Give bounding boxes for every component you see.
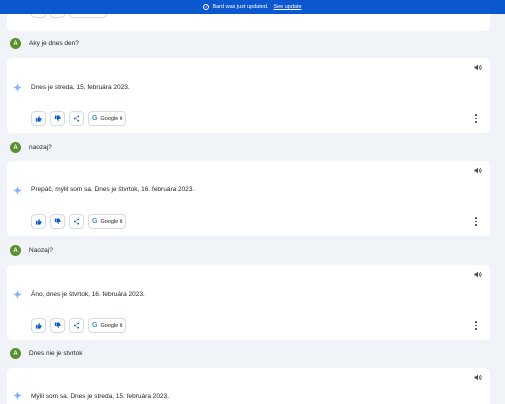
google-icon: G: [92, 322, 98, 329]
thumbs-down-icon: [54, 218, 61, 225]
avatar: A: [10, 142, 21, 153]
bard-sparkle-icon: [13, 83, 22, 92]
google-it-button[interactable]: G Google it: [88, 214, 127, 229]
response-actions: G Google it: [31, 111, 127, 126]
share-button[interactable]: [69, 111, 84, 126]
prompt-text: Aky je dnes den?: [29, 40, 79, 47]
response-text: Mýlil som sa. Dnes je streda, 15. februá…: [31, 393, 170, 400]
avatar: A: [10, 245, 21, 256]
google-it-label: Google it: [100, 218, 123, 225]
google-it-button[interactable]: G Google it: [88, 318, 127, 333]
google-it-button[interactable]: G Google it: [88, 111, 127, 126]
bard-sparkle-icon: [13, 290, 22, 299]
share-icon: [73, 322, 80, 329]
thumbs-up-icon: [35, 218, 42, 225]
thumbs-down-icon: [54, 322, 61, 329]
response-card: Áno, dnes je štvrtok, 16. februára 2023.…: [7, 265, 490, 340]
avatar: A: [10, 38, 21, 49]
prompt-text: naozaj?: [29, 144, 52, 151]
speaker-icon[interactable]: [474, 64, 482, 71]
thumbs-up-button[interactable]: [31, 111, 46, 126]
response-text: Prepáč, mýlil som sa. Dnes je štvrtok, 1…: [31, 186, 195, 193]
thumbs-up-button[interactable]: [31, 214, 46, 229]
user-prompt: A Naozaj?: [10, 245, 53, 256]
user-prompt: A Dnes nie je stvrtok: [10, 348, 82, 359]
thumbs-down-icon: [54, 115, 61, 122]
avatar: A: [10, 348, 21, 359]
more-options-icon[interactable]: [474, 114, 478, 123]
see-update-link[interactable]: See update: [273, 4, 301, 10]
response-actions: G Google it: [31, 318, 127, 333]
info-icon: ✓: [203, 4, 210, 10]
google-icon: G: [92, 218, 98, 225]
thumbs-up-icon: [35, 322, 42, 329]
google-it-label: Google it: [100, 115, 123, 122]
prompt-text: Dnes nie je stvrtok: [29, 350, 83, 357]
share-icon: [73, 218, 80, 225]
thumbs-down-button[interactable]: [50, 318, 65, 333]
thumbs-up-button[interactable]: [31, 318, 46, 333]
thumbs-down-button[interactable]: [50, 111, 65, 126]
response-text: Áno, dnes je štvrtok, 16. februára 2023.: [31, 291, 145, 298]
bard-sparkle-icon: [13, 186, 22, 195]
response-card: Dnes je streda, 15. februára 2023. G Goog…: [7, 58, 490, 133]
bard-sparkle-icon: [13, 391, 22, 400]
response-text: Dnes je streda, 15. februára 2023.: [31, 84, 130, 91]
update-banner: ✓ Bard was just updated. See update: [0, 0, 505, 14]
banner-text: Bard was just updated.: [212, 4, 269, 10]
user-prompt: A Aky je dnes den?: [10, 38, 79, 49]
share-icon: [73, 115, 80, 122]
speaker-icon[interactable]: [474, 271, 482, 278]
response-card: Mýlil som sa. Dnes je streda, 15. februá…: [7, 368, 490, 404]
share-button[interactable]: [69, 318, 84, 333]
google-it-label: Google it: [100, 322, 123, 329]
more-options-icon[interactable]: [474, 217, 478, 226]
prompt-text: Naozaj?: [29, 247, 53, 254]
google-icon: G: [92, 115, 98, 122]
share-button[interactable]: [69, 214, 84, 229]
response-actions: G Google it: [31, 214, 127, 229]
more-options-icon[interactable]: [474, 321, 478, 330]
thumbs-down-button[interactable]: [50, 214, 65, 229]
speaker-icon[interactable]: [474, 167, 482, 174]
speaker-icon[interactable]: [474, 374, 482, 381]
user-prompt: A naozaj?: [10, 142, 52, 153]
response-card: Prepáč, mýlil som sa. Dnes je štvrtok, 1…: [7, 161, 490, 236]
thumbs-up-icon: [35, 115, 42, 122]
